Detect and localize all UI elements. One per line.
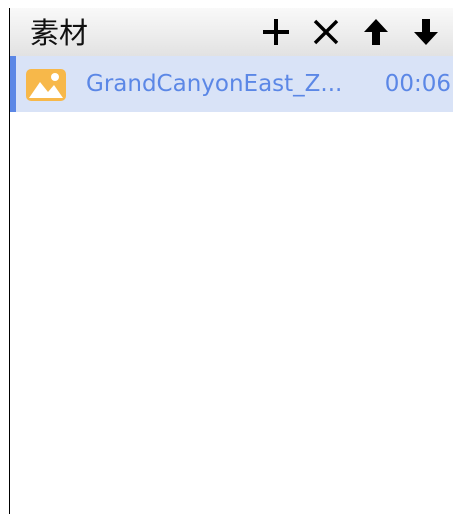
arrow-up-icon [364,19,388,45]
material-item[interactable]: GrandCanyonEast_Z... 00:06 [10,56,453,112]
panel-title: 素材 [30,16,89,50]
plus-icon [263,19,289,45]
arrow-down-icon [414,19,438,45]
move-up-button[interactable] [357,12,395,52]
panel-header: 素材 [10,8,453,56]
material-name: GrandCanyonEast_Z... [86,71,343,97]
close-icon [313,19,339,45]
materials-panel: 素材 GrandCanyonEast_Z... 00:06 [0,0,453,514]
remove-button[interactable] [307,12,345,52]
move-down-button[interactable] [407,12,445,52]
selection-indicator [10,56,16,112]
add-button[interactable] [257,12,295,52]
image-icon [26,69,66,101]
panel-toolbar [257,8,445,56]
materials-list: GrandCanyonEast_Z... 00:06 [10,56,453,514]
material-duration: 00:06 [384,71,451,97]
